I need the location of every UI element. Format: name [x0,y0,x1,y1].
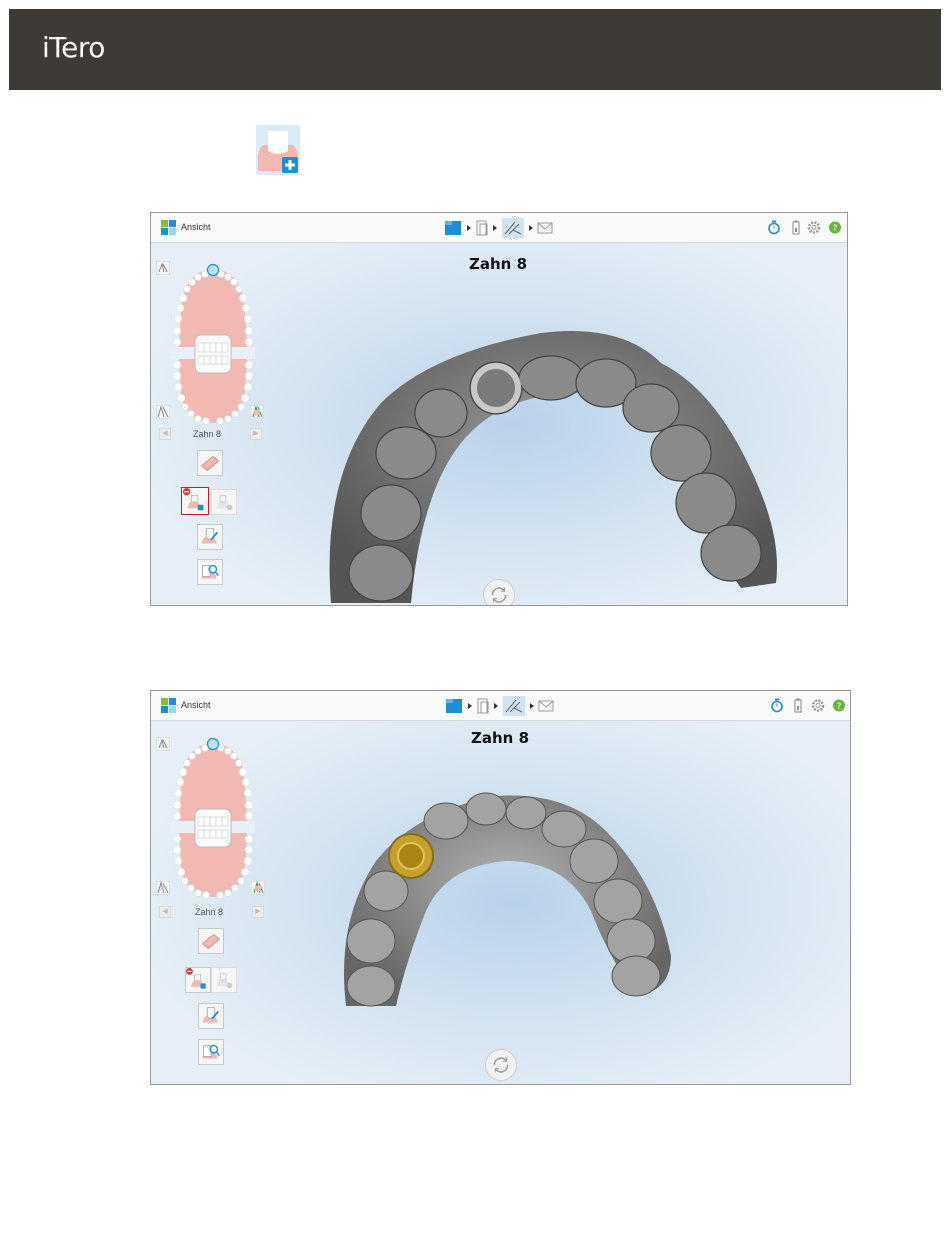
remove-segment-button[interactable] [185,967,211,993]
send-icon[interactable] [537,222,553,234]
tooth-nav-label: Zahn 8 [194,907,224,917]
3d-viewport[interactable]: Zahn 8 ◀ Zahn 8 ▶ [151,721,850,1084]
timer-icon[interactable] [767,220,781,235]
viewer-screenshot-1: Ansicht ? Zahn 8 ◀ Zahn 8 ▶ [150,212,848,606]
left-view-icon[interactable] [156,881,170,895]
settings-gear-icon[interactable] [807,220,821,235]
trim-tool-button[interactable] [197,524,223,550]
tooth-magnifier-icon [202,1044,220,1059]
rotate-button[interactable] [483,579,515,605]
tooth-review-button[interactable] [197,559,223,585]
timer-icon[interactable] [770,698,784,713]
upper-jaw-3d-model[interactable] [321,313,791,606]
add-segment-faded-icon [216,495,233,511]
battery-icon [792,220,800,235]
eraser-icon [201,933,221,949]
rotate-icon [491,587,507,603]
settings-gear-icon[interactable] [811,698,825,713]
tooth-diagram[interactable] [171,735,255,901]
view-menu-icon[interactable] [161,220,176,235]
workflow-bar [446,696,554,716]
battery-icon [794,698,802,713]
next-tooth-button[interactable]: ▶ [252,906,264,918]
document-header: iTero [9,9,941,90]
next-tooth-button[interactable]: ▶ [250,428,262,440]
right-view-icon[interactable] [251,881,265,895]
viewer-screenshot-2: Ansicht ? Zahn 8 ◀ Zahn 8 ▶ [150,690,851,1085]
add-segment-icon [256,125,300,175]
upper-jaw-toggle-icon[interactable] [156,261,170,275]
add-segment-faded-icon [216,973,233,989]
upper-jaw-toggle-icon[interactable] [156,737,170,751]
rotate-button[interactable] [485,1049,517,1081]
itero-logo: iTero [42,31,105,64]
svg-text:?: ? [833,224,838,234]
view-label: Ansicht [181,700,211,710]
remove-segment-icon [186,968,206,989]
upper-jaw-3d-model[interactable] [336,791,676,1016]
trim-tool-icon [202,1007,220,1023]
rx-icon[interactable] [446,699,462,713]
remove-segment-icon [182,488,204,511]
send-icon[interactable] [538,700,554,712]
rotate-icon [493,1057,509,1073]
tooth-magnifier-icon [201,564,219,579]
prev-tooth-button[interactable]: ◀ [159,906,171,918]
help-icon[interactable]: ? [832,698,846,713]
right-view-icon[interactable] [250,405,264,419]
step-arrow-icon [467,225,471,231]
svg-text:?: ? [837,702,842,712]
eraser-icon [200,455,220,471]
3d-viewport[interactable]: Zahn 8 ◀ Zahn 8 ▶ [151,243,847,605]
trim-tool-icon [201,528,219,544]
tooth-nav-label: Zahn 8 [192,429,222,439]
tooth-diagram[interactable] [171,261,255,427]
add-segment-button[interactable] [211,489,237,515]
remove-segment-button[interactable] [181,487,209,515]
scan-icon[interactable] [477,698,489,714]
eraser-button[interactable] [197,450,223,476]
tooth-title: Zahn 8 [469,255,528,273]
view-menu-icon[interactable] [161,698,176,713]
trim-tool-button[interactable] [198,1003,224,1029]
workflow-bar [445,218,553,238]
view-step-icon[interactable] [502,218,524,238]
rx-icon[interactable] [445,221,461,235]
eraser-button[interactable] [198,928,224,954]
top-toolbar: Ansicht ? [151,213,847,243]
tooth-title: Zahn 8 [471,729,530,747]
prev-tooth-button[interactable]: ◀ [159,428,171,440]
help-icon[interactable]: ? [828,220,842,235]
top-toolbar: Ansicht ? [151,691,850,721]
view-step-icon[interactable] [503,696,525,716]
left-view-icon[interactable] [156,405,170,419]
view-label: Ansicht [181,222,211,232]
scan-icon[interactable] [476,220,488,236]
add-segment-button[interactable] [211,967,237,993]
tooth-review-button[interactable] [198,1039,224,1065]
